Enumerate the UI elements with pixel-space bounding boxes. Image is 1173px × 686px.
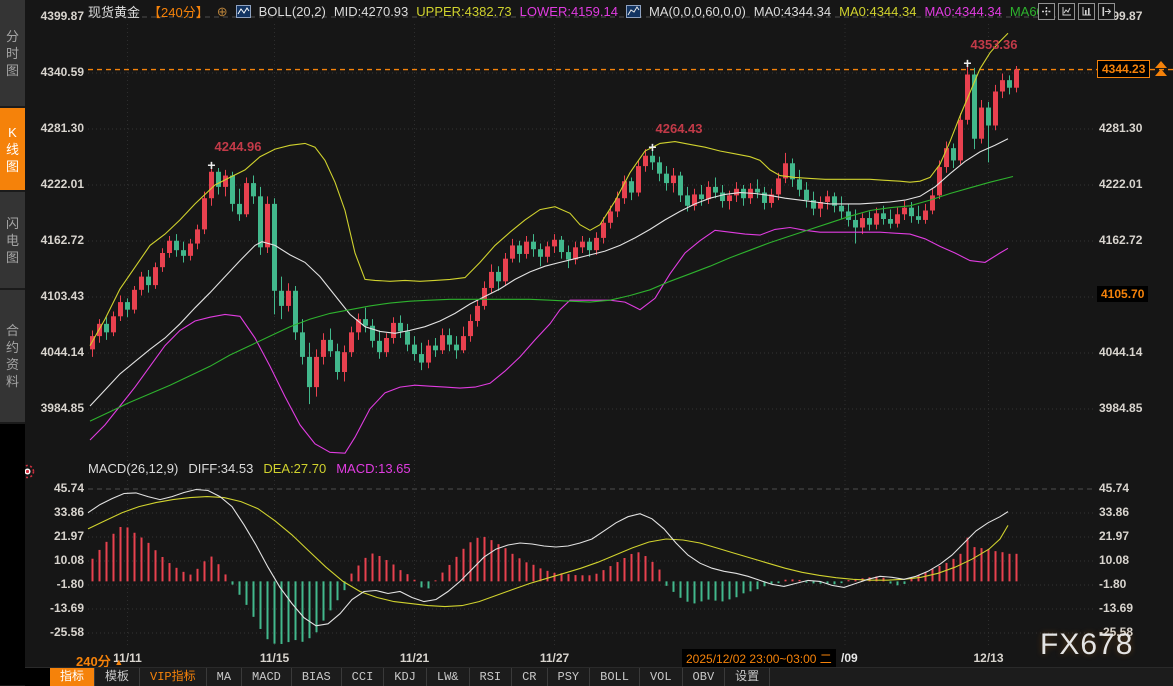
trading-app: { "app": {"watermark": "FX678"}, "colors… <box>0 0 1173 685</box>
zoom-out-chart-icon[interactable] <box>1078 3 1095 20</box>
price-annotation: 4353.36 <box>971 37 1018 52</box>
price-up-arrows-icon <box>1155 61 1167 77</box>
macd-diff-value: DIFF:34.53 <box>188 461 253 476</box>
macd-y-axis-label-right: -1.80 <box>1099 577 1126 591</box>
macd-y-axis-label-right: 21.97 <box>1099 529 1129 543</box>
boll-indicator-icon[interactable] <box>236 5 251 18</box>
fx678-watermark: FX678 <box>1040 628 1133 662</box>
sidebar-tab-label: 闪电图 <box>6 215 20 266</box>
x-axis-tick: 12/13 <box>973 651 1003 665</box>
zoom-in-chart-icon[interactable] <box>1058 3 1075 20</box>
toolbar-item-6[interactable]: CCI <box>342 668 385 686</box>
macd-y-axis-label-right: 10.08 <box>1099 553 1129 567</box>
ma0-yellow-value: MA0:4344.34 <box>839 4 916 19</box>
boll-title: BOLL(20,2) <box>259 4 326 19</box>
ma-indicator-icon[interactable] <box>626 5 641 18</box>
macd-y-axis-label-right: 33.86 <box>1099 505 1129 519</box>
macd-y-axis-label-right: 45.74 <box>1099 481 1129 495</box>
main-y-axis-label-right: 4044.14 <box>1099 345 1142 359</box>
main-y-axis-label-left: 4044.14 <box>28 345 84 359</box>
sidebar-tab-3[interactable]: 合约资料 <box>0 290 25 424</box>
toolbar-item-5[interactable]: BIAS <box>292 668 342 686</box>
macd-y-axis-label-left: 21.97 <box>28 529 84 543</box>
main-y-axis-label-left: 4103.43 <box>28 289 84 303</box>
sidebar-tab-label: K线图 <box>6 124 20 175</box>
collapse-panel-icon[interactable] <box>1098 3 1115 20</box>
ma0-magenta-value: MA0:4344.34 <box>924 4 1001 19</box>
main-y-axis-label-left: 3984.85 <box>28 401 84 415</box>
toolbar-item-1[interactable]: 模板 <box>95 668 140 686</box>
main-y-axis-label-left: 4281.30 <box>28 121 84 135</box>
price-annotation: 4244.96 <box>215 139 262 154</box>
boll-lower-value: LOWER:4159.14 <box>520 4 618 19</box>
x-axis-tick: 11/21 <box>400 651 429 665</box>
secondary-price-tag: 4105.70 <box>1097 286 1148 302</box>
swing-point-cross-marker: + <box>648 139 656 155</box>
macd-title[interactable]: MACD(26,12,9) <box>88 461 178 476</box>
sidebar-tab-label: 合约资料 <box>6 322 20 390</box>
main-y-axis-label-right: 3984.85 <box>1099 401 1142 415</box>
candlestick-chart[interactable] <box>0 0 1173 685</box>
main-y-axis-label-right: 4222.01 <box>1099 177 1142 191</box>
indicator-header: 现货黄金 【240分】 ⊕ BOLL(20,2) MID:4270.93 UPP… <box>88 3 1055 20</box>
macd-y-axis-label-left: -13.69 <box>28 601 84 615</box>
toolbar-filler <box>770 668 1173 686</box>
main-y-axis-label-left: 4162.72 <box>28 233 84 247</box>
macd-y-axis-label-left: 33.86 <box>28 505 84 519</box>
macd-y-axis-label-left: 10.08 <box>28 553 84 567</box>
boll-mid-value: MID:4270.93 <box>334 4 408 19</box>
macd-y-axis-label-right: -13.69 <box>1099 601 1133 615</box>
swing-point-cross-marker: + <box>963 55 971 71</box>
main-y-axis-label-left: 4222.01 <box>28 177 84 191</box>
ma-title: MA(0,0,0,60,0,0) <box>649 4 746 19</box>
price-annotation: 4264.43 <box>656 121 703 136</box>
macd-y-axis-label-left: -25.58 <box>28 625 84 639</box>
main-y-axis-label-right: 4162.72 <box>1099 233 1142 247</box>
macd-y-axis-label-left: -1.80 <box>28 577 84 591</box>
toolbar-item-7[interactable]: KDJ <box>384 668 427 686</box>
sidebar-tab-2[interactable]: 闪电图 <box>0 192 25 290</box>
symbol-name: 现货黄金 <box>88 2 140 21</box>
boll-upper-value: UPPER:4382.73 <box>416 4 511 19</box>
toolbar-item-8[interactable]: LW& <box>427 668 470 686</box>
sidebar-tab-0[interactable]: 分时图 <box>0 0 25 108</box>
indicator-toolbar: 指标模板VIP指标MAMACDBIASCCIKDJLW&RSICRPSYBOLL… <box>25 667 1173 686</box>
toolbar-item-9[interactable]: RSI <box>470 668 513 686</box>
toolbar-item-15[interactable]: 设置 <box>725 668 770 686</box>
toolbar-item-2[interactable]: VIP指标 <box>140 668 207 686</box>
toolbar-item-13[interactable]: VOL <box>640 668 683 686</box>
x-tick-partial: /09 <box>841 651 858 665</box>
period-badge[interactable]: 【240分】 <box>148 2 209 21</box>
swing-point-cross-marker: + <box>207 157 215 173</box>
chart-tool-buttons <box>1038 3 1115 20</box>
main-y-axis-label-left: 4399.87 <box>28 9 84 23</box>
x-axis-tick: 11/27 <box>540 651 569 665</box>
toolbar-item-0[interactable]: 指标 <box>50 668 95 686</box>
macd-value: MACD:13.65 <box>336 461 410 476</box>
toolbar-spacer <box>25 668 50 686</box>
bar-time-tooltip: 2025/12/02 23:00~03:00 二 <box>682 649 836 668</box>
macd-header: MACD(26,12,9) DIFF:34.53 DEA:27.70 MACD:… <box>88 461 411 476</box>
main-y-axis-label-left: 4340.59 <box>28 65 84 79</box>
toolbar-item-12[interactable]: BOLL <box>590 668 640 686</box>
sidebar: 分时图 K线图闪电图合约资料 <box>0 0 25 685</box>
expand-circle-plus-icon[interactable]: ⊕ <box>217 4 228 20</box>
x-axis-tick: 11/15 <box>260 651 289 665</box>
sidebar-tab-1[interactable]: K线图 <box>0 108 25 192</box>
macd-y-axis-label-left: 45.74 <box>28 481 84 495</box>
toolbar-item-3[interactable]: MA <box>207 668 242 686</box>
ma0-white-value: MA0:4344.34 <box>754 4 831 19</box>
main-y-axis-label-right: 4281.30 <box>1099 121 1142 135</box>
toolbar-item-4[interactable]: MACD <box>242 668 292 686</box>
toolbar-item-11[interactable]: PSY <box>548 668 591 686</box>
macd-dea-value: DEA:27.70 <box>263 461 326 476</box>
timeframe-dropdown-arrow-icon: ▲ <box>114 657 123 667</box>
toolbar-item-14[interactable]: OBV <box>683 668 726 686</box>
last-price-tag: 4344.23 <box>1097 60 1150 78</box>
toolbar-item-10[interactable]: CR <box>512 668 547 686</box>
move-crosshair-icon[interactable] <box>1038 3 1055 20</box>
sidebar-tab-label: 分时图 <box>6 28 20 79</box>
